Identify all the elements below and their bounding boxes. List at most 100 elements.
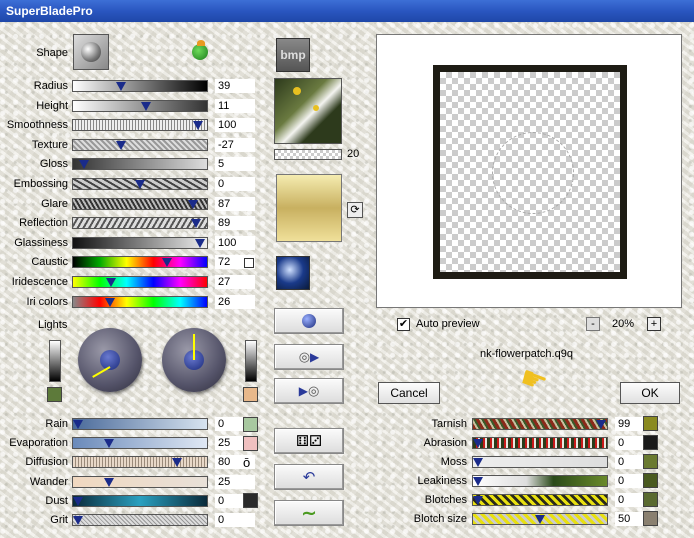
- embossing-slider-thumb[interactable]: [135, 180, 145, 189]
- mutate-button[interactable]: ∼: [274, 500, 344, 526]
- rain-color-swatch[interactable]: [243, 417, 258, 432]
- smoothness-slider-thumb[interactable]: [193, 121, 204, 131]
- save-preset-button[interactable]: ◎ ▶: [274, 344, 344, 370]
- glassiness-slider[interactable]: [72, 236, 208, 249]
- gloss-slider[interactable]: [72, 158, 208, 171]
- gloss-value[interactable]: 5: [215, 157, 255, 172]
- texture-value[interactable]: -27: [215, 137, 255, 152]
- reflection-value[interactable]: 89: [215, 216, 255, 231]
- light-left-direction-knob[interactable]: [78, 328, 142, 392]
- grit-slider[interactable]: [72, 514, 208, 526]
- iri-colors-slider-thumb[interactable]: [105, 297, 116, 307]
- glare-value[interactable]: 87: [215, 196, 255, 211]
- iridescence-value[interactable]: 27: [215, 275, 255, 289]
- apple-icon[interactable]: [192, 40, 208, 60]
- moss-slider-thumb[interactable]: [473, 458, 483, 467]
- light-right-color-swatch[interactable]: [243, 387, 258, 402]
- light-left-color-swatch[interactable]: [47, 387, 62, 402]
- wander-value[interactable]: 25: [215, 474, 255, 489]
- blotch-size-color-swatch[interactable]: [643, 511, 658, 526]
- smoothness-slider[interactable]: [72, 119, 208, 132]
- title-bar: SuperBladePro: [0, 0, 694, 22]
- radius-slider[interactable]: [72, 80, 208, 92]
- embossing-value[interactable]: 0: [215, 177, 255, 191]
- ok-button[interactable]: OK: [620, 382, 680, 404]
- iri-colors-slider[interactable]: [72, 295, 208, 308]
- light-left-intensity-slider[interactable]: [49, 340, 61, 382]
- light-right-intensity-slider[interactable]: [245, 340, 257, 382]
- blotch-size-slider-thumb[interactable]: [535, 515, 545, 524]
- diffusion-slider[interactable]: [72, 456, 208, 469]
- leakiness-slider-thumb[interactable]: [473, 477, 483, 486]
- blotch-size-slider[interactable]: [472, 513, 608, 525]
- light-right-direction-knob[interactable]: [162, 328, 226, 392]
- leakiness-color-swatch[interactable]: [643, 473, 658, 488]
- grit-label: Grit: [50, 514, 68, 526]
- bmp-button[interactable]: bmp: [276, 38, 310, 72]
- zoom-in-button[interactable]: +: [647, 317, 661, 331]
- dust-color-swatch[interactable]: [243, 493, 258, 508]
- undo-button[interactable]: ↶: [274, 464, 344, 490]
- gradient-color-preview[interactable]: [276, 174, 342, 242]
- embossing-slider[interactable]: [72, 178, 208, 190]
- preset-sphere-button[interactable]: [274, 308, 344, 334]
- radius-value[interactable]: 39: [215, 79, 255, 93]
- iri-colors-value[interactable]: 26: [215, 294, 255, 309]
- height-slider[interactable]: [72, 99, 208, 112]
- diffusion-link-icon[interactable]: ō: [243, 456, 250, 469]
- zoom-out-button[interactable]: -: [586, 317, 600, 331]
- shape-selector-button[interactable]: [73, 34, 109, 70]
- grit-value[interactable]: 0: [215, 513, 255, 527]
- abrasion-color-swatch[interactable]: [643, 435, 658, 450]
- caustic-slider[interactable]: [72, 256, 208, 269]
- gloss-slider-thumb[interactable]: [79, 160, 90, 170]
- blotches-color-swatch[interactable]: [643, 492, 658, 507]
- diffusion-slider-thumb[interactable]: [172, 458, 183, 468]
- evaporation-slider[interactable]: [72, 437, 208, 450]
- tarnish-slider[interactable]: [472, 418, 608, 430]
- glassiness-value[interactable]: 100: [215, 235, 255, 250]
- tarnish-color-swatch[interactable]: [643, 416, 658, 431]
- moss-slider[interactable]: [472, 456, 608, 468]
- height-slider-thumb[interactable]: [141, 101, 152, 111]
- refresh-icon[interactable]: ⟳: [347, 202, 363, 218]
- texture-slider-thumb[interactable]: [116, 140, 127, 150]
- evaporation-slider-thumb[interactable]: [104, 439, 114, 449]
- cancel-button[interactable]: Cancel: [378, 382, 440, 404]
- dust-slider[interactable]: [72, 494, 208, 507]
- iridescence-slider-thumb[interactable]: [106, 278, 117, 287]
- radius-slider-thumb[interactable]: [116, 82, 127, 91]
- rain-slider-thumb[interactable]: [73, 420, 83, 429]
- height-value[interactable]: 11: [215, 98, 255, 113]
- wander-slider-thumb[interactable]: [104, 477, 114, 487]
- abrasion-slider-thumb[interactable]: [473, 439, 483, 448]
- tarnish-slider-thumb[interactable]: [595, 420, 606, 429]
- caustic-toggle[interactable]: [244, 258, 254, 268]
- rain-label: Rain: [45, 418, 68, 430]
- moss-color-swatch[interactable]: [643, 454, 658, 469]
- glassiness-slider-thumb[interactable]: [194, 238, 205, 248]
- texture-scale-slider[interactable]: [274, 149, 342, 160]
- reflection-slider[interactable]: [72, 217, 208, 230]
- blotches-slider-thumb[interactable]: [473, 496, 483, 505]
- evaporation-color-swatch[interactable]: [243, 436, 258, 451]
- grit-slider-thumb[interactable]: [73, 516, 83, 525]
- rain-slider[interactable]: [72, 418, 208, 430]
- glare-slider[interactable]: [72, 197, 208, 210]
- texture-slider[interactable]: [72, 138, 208, 151]
- dust-slider-thumb[interactable]: [73, 496, 83, 506]
- environment-map-button[interactable]: [276, 256, 310, 290]
- reflection-slider-thumb[interactable]: [190, 219, 201, 229]
- iridescence-slider[interactable]: [72, 276, 208, 288]
- smoothness-value[interactable]: 100: [215, 118, 255, 133]
- load-preset-button[interactable]: ▶ ◎: [274, 378, 344, 404]
- abrasion-slider[interactable]: [472, 437, 608, 449]
- auto-preview-checkbox[interactable]: ✔: [397, 318, 410, 331]
- caustic-slider-thumb[interactable]: [162, 258, 173, 268]
- leakiness-slider[interactable]: [472, 475, 608, 487]
- glare-slider-thumb[interactable]: [188, 199, 199, 209]
- texture-image-preview[interactable]: [274, 78, 342, 144]
- randomize-button[interactable]: ⚅⚂: [274, 428, 344, 454]
- wander-slider[interactable]: [72, 475, 208, 488]
- blotches-slider[interactable]: [472, 494, 608, 506]
